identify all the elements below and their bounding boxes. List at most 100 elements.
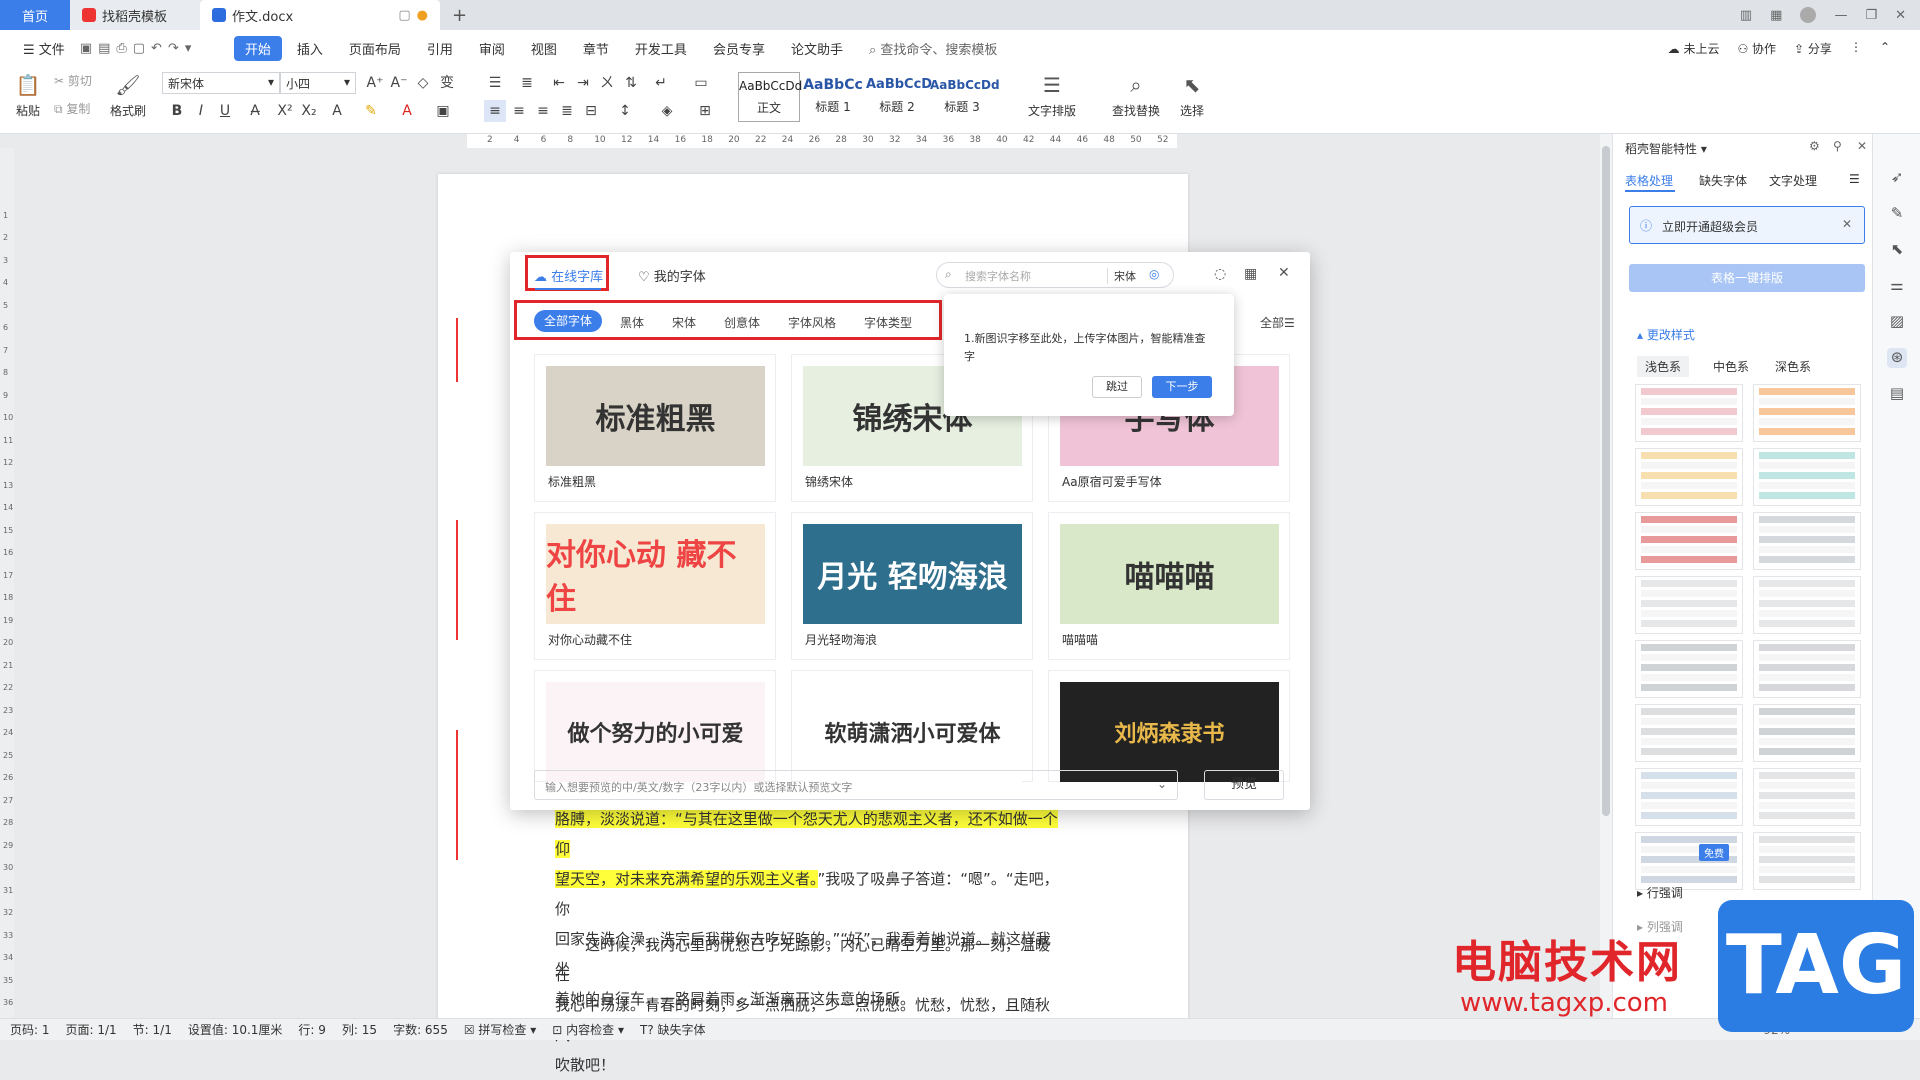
apps-icon[interactable]: ▦: [1770, 8, 1782, 23]
find-replace-button[interactable]: ⌕ 查找替换: [1104, 72, 1168, 119]
font-card[interactable]: 月光 轻吻海浪 月光轻吻海浪: [791, 512, 1033, 660]
paste-button[interactable]: 📋 粘贴: [10, 72, 46, 119]
menu-chapter[interactable]: 章节: [572, 36, 620, 61]
spell-check-button[interactable]: ☒ 拼写检查 ▾: [464, 1021, 536, 1038]
quick-access-icons[interactable]: ▣▤⎙▢↶↷▾: [80, 41, 230, 56]
content-check-button[interactable]: ⊡ 内容检查 ▾: [552, 1021, 624, 1038]
shrink-font-icon[interactable]: A⁻: [388, 72, 410, 94]
filter-all-dropdown[interactable]: 全部☰: [1260, 314, 1295, 331]
menu-thesis[interactable]: 论文助手: [780, 36, 854, 61]
show-marks-icon[interactable]: ↵: [650, 72, 672, 94]
font-card[interactable]: 软萌潇洒小可爱体: [791, 670, 1033, 782]
share-button[interactable]: ⇪ 分享: [1794, 40, 1832, 57]
shading-icon[interactable]: ◈: [656, 100, 678, 122]
style-h2[interactable]: AaBbCcD 标题 2: [866, 72, 932, 122]
font-card[interactable]: 标准粗黑 标准粗黑: [534, 354, 776, 502]
indent-icon[interactable]: ⇥: [572, 72, 594, 94]
cut-button[interactable]: ✂ 剪切: [54, 72, 92, 89]
smart-feature-icon[interactable]: ⊛: [1887, 348, 1907, 368]
table-style-thumbnail[interactable]: [1635, 384, 1743, 442]
chevron-down-icon[interactable]: ⌄: [1157, 777, 1167, 791]
highlight-icon[interactable]: ✎: [360, 100, 382, 122]
file-menu[interactable]: ☰ 文件: [12, 36, 76, 61]
status-page-num[interactable]: 页码: 1: [10, 1021, 50, 1038]
panel-tab-missing-font[interactable]: 缺失字体: [1699, 172, 1747, 189]
preview-text-input[interactable]: 输入想要预览的中/英文/数字（23字以内）或选择默认预览文字 ⌄: [534, 770, 1178, 800]
change-style-toggle[interactable]: ▴ 更改样式: [1637, 326, 1695, 343]
borders-icon[interactable]: ⊞: [694, 100, 716, 122]
panel-menu-icon[interactable]: ☰: [1849, 172, 1860, 186]
text-effect-icon[interactable]: A: [326, 100, 348, 122]
scroll-thumb[interactable]: [1602, 146, 1610, 816]
table-style-thumbnail[interactable]: [1753, 576, 1861, 634]
font-card[interactable]: 刘炳森隶书: [1048, 670, 1290, 782]
menu-start[interactable]: 开始: [233, 35, 282, 61]
command-search[interactable]: ⌕ 查找命令、搜索模板: [858, 36, 1008, 61]
skip-button[interactable]: 跳过: [1092, 376, 1142, 398]
menu-insert[interactable]: 插入: [286, 36, 334, 61]
restore-icon[interactable]: ❐: [1865, 8, 1877, 23]
book-icon[interactable]: ▤: [1887, 384, 1907, 404]
font-card[interactable]: 喵喵喵 喵喵喵: [1048, 512, 1290, 660]
pen-icon[interactable]: ✎: [1887, 204, 1907, 224]
layout-icon[interactable]: ▥: [1740, 8, 1752, 23]
cursor-icon[interactable]: ⬉: [1887, 240, 1907, 260]
table-style-thumbnail[interactable]: [1635, 704, 1743, 762]
menu-devtools[interactable]: 开发工具: [624, 36, 698, 61]
filter-all-fonts[interactable]: 全部字体: [534, 310, 602, 332]
tab-home[interactable]: 首页: [0, 0, 70, 30]
rocket-icon[interactable]: ➶: [1887, 168, 1907, 188]
table-style-thumbnail[interactable]: [1635, 576, 1743, 634]
camera-icon[interactable]: ◎: [1149, 267, 1159, 281]
missing-font-button[interactable]: T? 缺失字体: [640, 1021, 706, 1038]
font-card[interactable]: 对你心动 藏不住 对你心动藏不住: [534, 512, 776, 660]
filter-heiti[interactable]: 黑体: [620, 314, 644, 331]
chat-icon[interactable]: ◌: [1214, 266, 1226, 282]
table-style-thumbnail[interactable]: [1635, 832, 1743, 890]
new-tab-button[interactable]: +: [440, 0, 470, 30]
table-style-thumbnail[interactable]: [1753, 448, 1861, 506]
paragraph-icon[interactable]: ▭: [690, 72, 712, 94]
font-search-input[interactable]: ⌕ 搜索字体名称 宋体 ◎: [936, 262, 1174, 288]
char-border-icon[interactable]: ▣: [432, 100, 454, 122]
number-list-icon[interactable]: ≣: [516, 72, 538, 94]
bullet-list-icon[interactable]: ☰: [484, 72, 506, 94]
menu-member[interactable]: 会员专享: [702, 36, 776, 61]
cloud-status[interactable]: ☁ 未上云: [1668, 40, 1720, 57]
grid-icon[interactable]: ▦: [1244, 266, 1257, 282]
collab-button[interactable]: ⚇ 协作: [1737, 40, 1776, 57]
underline-icon[interactable]: U: [214, 100, 236, 122]
panel-title[interactable]: 稻壳智能特性 ▾: [1625, 140, 1707, 157]
align-center-icon[interactable]: ≡: [508, 100, 530, 122]
settings-icon[interactable]: ⚙: [1809, 139, 1820, 153]
table-style-thumbnail[interactable]: [1753, 768, 1861, 826]
font-card[interactable]: 做个努力的小可爱: [534, 670, 776, 782]
filter-songti[interactable]: 宋体: [672, 314, 696, 331]
panel-tab-table[interactable]: 表格处理: [1625, 172, 1673, 189]
clear-format-icon[interactable]: ◇: [412, 72, 434, 94]
align-left-icon[interactable]: ≡: [484, 100, 506, 122]
tab-document[interactable]: 作文.docx ▢ ●: [200, 0, 440, 30]
color-tab-light[interactable]: 浅色系: [1637, 356, 1690, 377]
tab-my-fonts[interactable]: ♡ 我的字体: [638, 266, 706, 285]
subscript-icon[interactable]: X₂: [298, 100, 320, 122]
table-style-thumbnail[interactable]: [1753, 384, 1861, 442]
search-font-filter[interactable]: 宋体: [1107, 268, 1136, 284]
next-step-button[interactable]: 下一步: [1152, 376, 1212, 398]
strikethrough-icon[interactable]: A̶: [244, 100, 266, 122]
image-icon[interactable]: ▨: [1887, 312, 1907, 332]
horizontal-ruler[interactable]: 2 4 6 8 10 12 14 16 18 20 22 24 26 28 30 32 34 36 38 40 42 44…: [467, 134, 1177, 148]
vertical-ruler[interactable]: 1 2 3 4 5 6 7 8 9 10 11 12 13 14 15 16 17 18 19 20 21 22 23 24 2…: [0, 148, 14, 1030]
preview-button[interactable]: 预览: [1204, 770, 1284, 800]
collapse-ribbon-icon[interactable]: ⌃: [1880, 40, 1890, 57]
justify-icon[interactable]: ≣: [556, 100, 578, 122]
color-tab-dark[interactable]: 深色系: [1767, 356, 1819, 377]
close-window-icon[interactable]: ✕: [1895, 8, 1906, 23]
align-right-icon[interactable]: ≡: [532, 100, 554, 122]
superscript-icon[interactable]: X²: [274, 100, 296, 122]
color-tab-medium[interactable]: 中色系: [1705, 356, 1757, 377]
filter-creative[interactable]: 创意体: [724, 314, 760, 331]
bold-icon[interactable]: B: [166, 100, 188, 122]
minimize-icon[interactable]: —: [1834, 8, 1847, 23]
chinese-layout-icon[interactable]: ㄨ: [596, 72, 618, 94]
